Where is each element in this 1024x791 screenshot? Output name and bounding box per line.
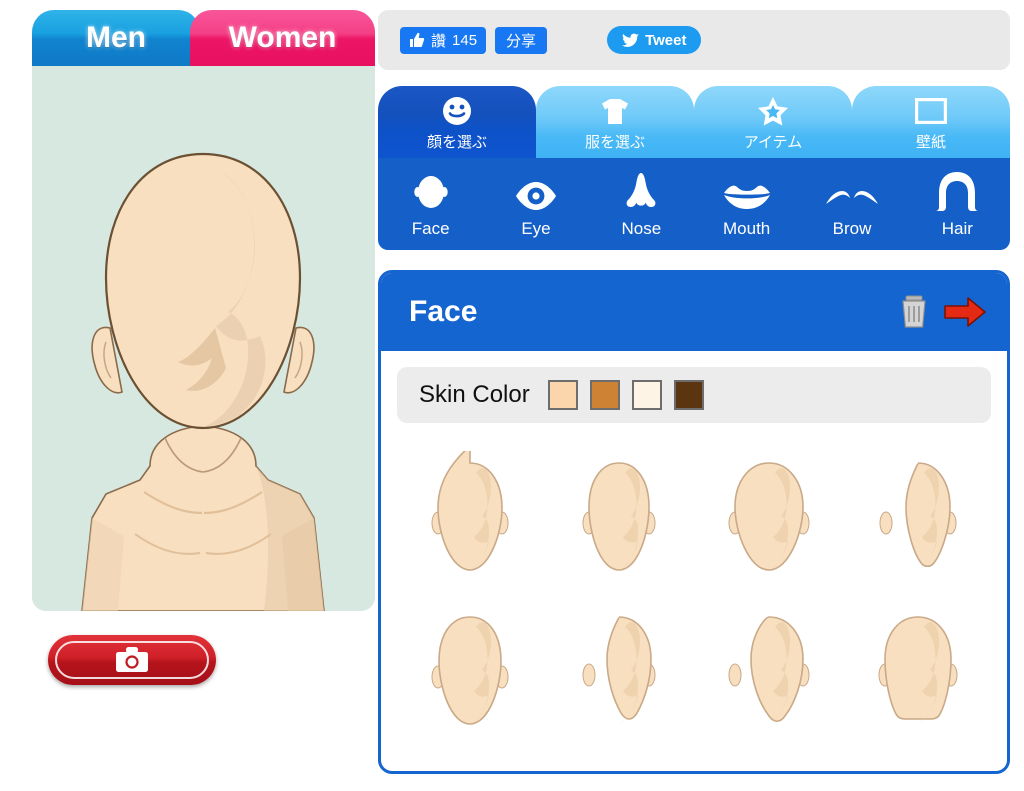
mouth-icon — [722, 169, 772, 213]
hair-icon — [934, 169, 980, 213]
sub-nav-hair-label: Hair — [941, 219, 973, 238]
skin-swatch-dark-brown[interactable] — [673, 380, 704, 410]
face-part-nav: Face Eye Nose Mouth Brow Hair — [378, 158, 1010, 250]
face-option[interactable] — [395, 441, 545, 591]
twitter-bird-icon — [622, 33, 640, 47]
sub-nav-nose-label: Nose — [621, 219, 662, 238]
sub-nav-brow[interactable]: Brow — [799, 169, 904, 239]
tab-select-wallpaper[interactable]: 壁紙 — [852, 86, 1010, 158]
face-thumb-2 — [582, 462, 656, 571]
sub-nav-brow-label: Brow — [832, 219, 872, 238]
face-option[interactable] — [545, 441, 695, 591]
face-thumb-5 — [431, 616, 509, 725]
skin-swatch-light-peach[interactable] — [547, 380, 578, 410]
face-thumb-3 — [728, 462, 810, 571]
tab-select-face[interactable]: 顔を選ぶ — [378, 86, 536, 158]
eye-icon — [513, 169, 559, 213]
smiley-face-icon — [442, 95, 472, 127]
sub-nav-eye-label: Eye — [521, 219, 551, 238]
skin-swatch-ivory[interactable] — [631, 380, 662, 410]
panel-title: Face — [409, 295, 478, 328]
facebook-like-button[interactable]: 讚 145 — [400, 26, 487, 54]
gender-tab-men[interactable]: Men — [32, 10, 200, 66]
sub-nav-mouth[interactable]: Mouth — [694, 169, 799, 239]
facebook-like-label: 讚 — [431, 32, 447, 50]
tab-select-clothes-label: 服を選ぶ — [584, 134, 645, 151]
editor-column: 讚 145 分享 Tweet 顔を選ぶ 服を選ぶ アイテム 壁紙 Face Ey… — [378, 10, 1010, 774]
main-tab-bar: 顔を選ぶ 服を選ぶ アイテム 壁紙 — [378, 86, 1010, 158]
facebook-share-button[interactable]: 分享 — [495, 26, 548, 54]
sub-nav-eye[interactable]: Eye — [483, 169, 588, 239]
skin-color-row: Skin Color — [397, 367, 991, 423]
face-option-grid — [381, 423, 1007, 771]
social-share-bar: 讚 145 分享 Tweet — [378, 10, 1010, 70]
face-option[interactable] — [545, 595, 695, 745]
skin-swatch-tan[interactable] — [589, 380, 620, 410]
face-icon — [410, 169, 452, 213]
face-thumb-8 — [878, 616, 958, 724]
face-options-panel: Face Skin Color — [378, 270, 1010, 774]
avatar-preview[interactable] — [32, 66, 375, 611]
face-option[interactable] — [844, 441, 994, 591]
app-root: Men Women 讚 145 分享 Tweet 顔を選ぶ 服を選ぶ アイテム … — [0, 0, 1024, 791]
sub-nav-hair[interactable]: Hair — [905, 169, 1010, 239]
trash-icon[interactable] — [899, 295, 929, 329]
face-option[interactable] — [844, 595, 994, 745]
camera-button-ring — [55, 641, 209, 679]
tab-select-wallpaper-label: 壁紙 — [915, 134, 946, 151]
facebook-like-count: 145 — [452, 31, 478, 49]
brow-icon — [825, 169, 879, 213]
face-thumb-1 — [431, 451, 509, 571]
sub-nav-face[interactable]: Face — [378, 169, 483, 239]
avatar-illustration — [32, 66, 375, 611]
gender-tabs: Men Women — [18, 10, 375, 66]
nose-icon — [624, 169, 658, 213]
tab-select-clothes[interactable]: 服を選ぶ — [536, 86, 694, 158]
gender-tab-women[interactable]: Women — [190, 10, 375, 66]
avatar-column: Men Women — [18, 10, 375, 710]
star-icon — [758, 95, 788, 127]
skin-color-label: Skin Color — [419, 381, 530, 408]
tab-select-item-label: アイテム — [743, 134, 803, 151]
tab-select-item[interactable]: アイテム — [694, 86, 852, 158]
thumbs-up-icon — [410, 32, 425, 47]
face-thumb-7 — [728, 616, 810, 724]
face-thumb-6 — [582, 616, 656, 724]
face-option[interactable] — [694, 441, 844, 591]
camera-button[interactable] — [48, 635, 216, 685]
gender-tab-women-label: Women — [228, 21, 337, 54]
sub-nav-nose[interactable]: Nose — [589, 169, 694, 239]
sub-nav-face-label: Face — [411, 219, 450, 238]
gender-tab-men-label: Men — [86, 21, 146, 54]
panel-header: Face — [381, 273, 1007, 351]
facebook-share-label: 分享 — [506, 32, 537, 50]
sub-nav-mouth-label: Mouth — [723, 219, 771, 238]
face-thumb-4 — [879, 462, 957, 570]
face-option[interactable] — [395, 595, 545, 745]
tweet-button[interactable]: Tweet — [607, 26, 702, 54]
right-arrow-icon[interactable] — [943, 295, 987, 329]
wallpaper-frame-icon — [915, 95, 947, 127]
tshirt-icon — [599, 95, 631, 127]
tab-select-face-label: 顔を選ぶ — [426, 134, 487, 151]
tweet-label: Tweet — [645, 31, 687, 49]
face-option[interactable] — [694, 595, 844, 745]
